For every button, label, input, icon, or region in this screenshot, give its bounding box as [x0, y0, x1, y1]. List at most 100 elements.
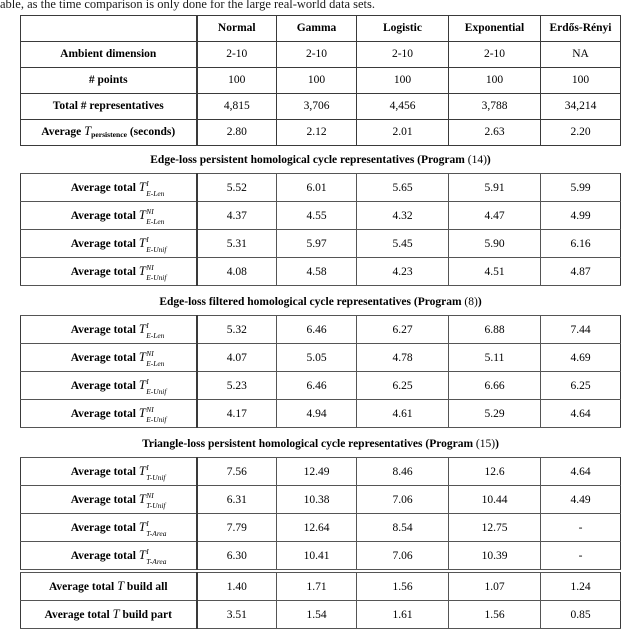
math-var-T: T	[112, 607, 120, 621]
cell-value: 6.16	[539, 229, 622, 258]
label-prefix: Average total	[70, 522, 139, 534]
row-label: Average total T build all	[20, 572, 198, 601]
row-label: Average total T I E-Unif	[20, 229, 198, 258]
cell-value: 1.61	[356, 600, 449, 629]
table-row: Total # representatives 4,815 3,706 4,45…	[20, 93, 621, 120]
cell-value: 4.87	[539, 257, 622, 286]
cell-value: 5.65	[356, 173, 449, 202]
cell-value: 5.29	[448, 399, 541, 428]
cell-value: 4.51	[448, 257, 541, 286]
cell-value: 8.54	[356, 513, 449, 542]
table-row: Average total T NI T-Unif 6.31 10.38 7.06 10.4…	[20, 485, 621, 514]
cell-value: 4.08	[196, 257, 277, 286]
label-prefix: Average total	[70, 494, 139, 506]
cell-value: 3.51	[196, 600, 277, 629]
cell-value: 100	[448, 67, 541, 94]
section-program-number: (15)	[475, 437, 496, 450]
cell-value: 10.44	[448, 485, 541, 514]
row-label: Average total T I E-Unif	[20, 371, 198, 400]
section-title-text: Triangle-loss persistent homological cyc…	[142, 437, 476, 450]
cell-value: 10.38	[276, 485, 357, 514]
section-program-number: (14)	[467, 153, 487, 166]
row-label: Average total T build part	[20, 600, 198, 629]
cell-value: 34,214	[540, 93, 621, 120]
caption-text: able, as the time comparison is only don…	[0, 0, 375, 11]
table-header-row: Normal Gamma Logistic Exponential Erdős-…	[20, 15, 621, 42]
math-subscript: E-Unif	[146, 386, 167, 396]
cell-value: 5.05	[276, 343, 357, 372]
label-prefix: Average	[41, 125, 85, 138]
math-superscript: I	[146, 235, 149, 245]
math-subscript: E-Len	[146, 216, 165, 226]
math-var-T: T	[138, 406, 146, 420]
math-subscript: T-Area	[146, 528, 167, 538]
table-row: Average total T I T-Area 6.30 10.41 7.06 10.39…	[20, 541, 621, 570]
cell-value: 5.90	[448, 229, 541, 258]
math-var-T: T	[138, 520, 146, 534]
row-label: Average total T I E-Len	[20, 173, 198, 202]
table-row: Average total T I E-Len 5.52 6.01 5.65 5.91 5.9…	[20, 173, 622, 202]
row-label-average-t-persistence: Average Tpersistence (seconds)	[20, 119, 198, 146]
label-prefix: Average total	[70, 182, 139, 194]
section-title-row: Edge-loss filtered homological cycle rep…	[21, 288, 621, 316]
section-title-tail: )	[495, 437, 499, 450]
math-superscript: NI	[146, 491, 154, 501]
section-title: Edge-loss filtered homological cycle rep…	[21, 288, 621, 316]
table-row: Ambient dimension 2-10 2-10 2-10 2-10 NA	[20, 41, 621, 68]
cell-value: 6.30	[196, 541, 277, 570]
cell-value: 4.55	[276, 201, 357, 230]
cell-value: 6.27	[356, 315, 449, 344]
cell-value: 1.54	[276, 600, 357, 629]
cell-value: 2.20	[540, 119, 621, 146]
label-prefix: Average total	[70, 352, 139, 364]
cell-value: 6.88	[448, 315, 541, 344]
cell-value: 100	[276, 67, 357, 94]
cell-value: 6.25	[540, 371, 621, 400]
cell-value: 12.75	[448, 513, 541, 542]
math-superscript: I	[146, 377, 149, 387]
cell-value: 2-10	[196, 41, 277, 68]
table-row: Average total T NI E-Len 4.07 5.05 4.78 5.11 4.…	[20, 343, 621, 372]
row-label: Average total T NI E-Len	[20, 343, 198, 372]
label-prefix: Average total	[70, 550, 139, 562]
cell-value: 2.12	[276, 119, 357, 146]
table-row: Average total T I E-Unif 5.23 6.46 6.25 6.66 6.…	[20, 371, 621, 400]
section-block: Edge-loss filtered homological cycle rep…	[20, 288, 621, 428]
math-subscript: E-Unif	[146, 272, 167, 282]
section-block: Triangle-loss persistent homological cyc…	[20, 430, 621, 570]
label-suffix: build part	[119, 609, 172, 621]
cell-value: 100	[196, 67, 277, 94]
cell-value: 4,815	[196, 93, 277, 120]
table-bottom-block: Average total T build all 1.40 1.71 1.56 1.0…	[20, 572, 621, 629]
cell-value: 3,706	[276, 93, 357, 120]
cell-value: 4.17	[196, 399, 277, 428]
label-prefix: Average total	[70, 466, 139, 478]
math-var-T: T	[138, 236, 146, 250]
table-row: Average total T NI E-Len 4.37 4.55 4.32 4.47 4.…	[20, 201, 622, 230]
cell-value: -	[540, 541, 621, 570]
row-label-total-representatives: Total # representatives	[20, 93, 198, 120]
header-cell-normal: Normal	[196, 15, 277, 42]
cell-value: 5.31	[196, 229, 277, 258]
cell-value: 2-10	[448, 41, 541, 68]
section-title: Triangle-loss persistent homological cyc…	[21, 430, 621, 458]
math-var-T: T	[138, 548, 146, 562]
label-prefix: Average total	[70, 380, 139, 392]
cell-value: 3,788	[448, 93, 541, 120]
cell-value: 1.56	[356, 572, 449, 601]
table-row: Average total T build part 3.51 1.54 1.61 1.…	[20, 600, 621, 629]
cell-value: 100	[356, 67, 449, 94]
cell-value: 4.61	[356, 399, 449, 428]
math-superscript: I	[146, 179, 149, 189]
table-row: Average total T I E-Len 5.32 6.46 6.27 6.88 7.4…	[20, 315, 621, 344]
cell-value: 6.66	[448, 371, 541, 400]
label-suffix: build all	[124, 581, 168, 593]
cell-value: 4,456	[356, 93, 449, 120]
section-title: Edge-loss persistent homological cycle r…	[21, 146, 621, 174]
row-label: Average total T NI T-Unif	[20, 485, 198, 514]
header-cell-exponential: Exponential	[448, 15, 541, 42]
label-prefix: Average total	[70, 266, 139, 278]
cell-value: 2-10	[276, 41, 357, 68]
table-row: Average total T I T-Unif 7.56 12.49 8.46 12.6 4…	[20, 457, 621, 486]
math-subscript: E-Unif	[146, 414, 167, 424]
